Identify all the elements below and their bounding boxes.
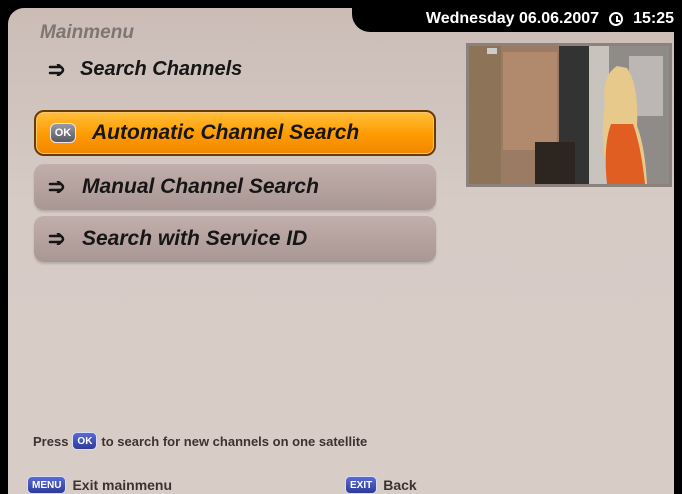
menu-item-label: Search with Service ID (82, 227, 308, 250)
footer-back[interactable]: EXIT Back (345, 476, 417, 494)
footer-exit-mainmenu-label: Exit mainmenu (72, 477, 173, 493)
arrow-icon (48, 181, 66, 193)
tv-preview-image (469, 46, 669, 184)
hint-text: Press OK to search for new channels on o… (33, 432, 367, 450)
menu-title: Mainmenu (40, 22, 134, 43)
date-time-bar: Wednesday 06.06.2007 15:25 (352, 8, 682, 32)
footer-exit-mainmenu[interactable]: MENU Exit mainmenu (27, 476, 172, 494)
menu-item-manual-channel-search[interactable]: Manual Channel Search (34, 164, 436, 210)
section-title: Search Channels (48, 58, 242, 81)
menu-button-icon: MENU (27, 476, 67, 494)
hint-prefix: Press (33, 433, 69, 449)
hint-suffix: to search for new channels on one satell… (101, 433, 368, 449)
menu-item-search-with-service-id[interactable]: Search with Service ID (34, 216, 436, 262)
section-title-label: Search Channels (80, 58, 243, 80)
ok-icon: OK (50, 123, 76, 143)
date-text: Wednesday 06.06.2007 (425, 10, 600, 27)
time-text: 15:25 (633, 10, 674, 27)
menu-item-automatic-channel-search[interactable]: OK Automatic Channel Search (34, 110, 436, 156)
arrow-icon (48, 233, 66, 245)
exit-button-icon: EXIT (345, 476, 378, 494)
tv-preview-window (466, 43, 672, 187)
menu-item-label: Automatic Channel Search (92, 121, 360, 144)
ok-button-icon: OK (72, 432, 98, 450)
menu-item-label: Manual Channel Search (82, 175, 319, 198)
footer-back-label: Back (383, 477, 417, 493)
clock-icon (609, 12, 624, 26)
arrow-icon (48, 63, 66, 76)
